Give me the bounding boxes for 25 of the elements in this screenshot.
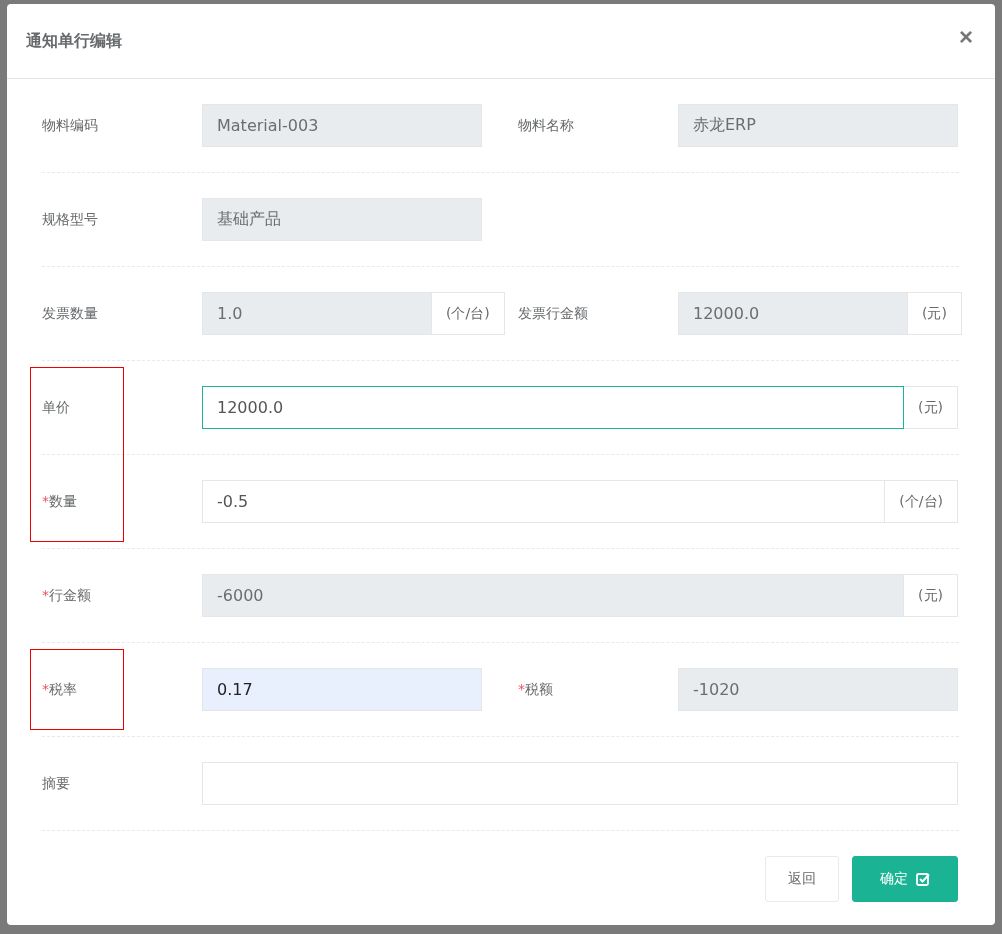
field-label: *数量 <box>42 492 77 511</box>
input-field[interactable]: 12000.0 <box>202 386 905 429</box>
field-label: 物料编码 <box>42 116 98 135</box>
input-field[interactable] <box>202 762 958 805</box>
close-button[interactable]: × <box>957 25 975 49</box>
unit-label: (个/台) <box>432 292 505 335</box>
field-label: 物料名称 <box>518 116 574 135</box>
confirm-button[interactable]: 确定 <box>852 856 958 902</box>
field-label: *税率 <box>42 680 77 699</box>
field-label: 发票数量 <box>42 304 98 323</box>
unit-label: (元) <box>908 292 962 335</box>
unit-label: (元) <box>904 386 958 429</box>
field-label: 发票行金额 <box>518 304 588 323</box>
dialog-title: 通知单行编辑 <box>26 30 122 52</box>
field-label: 单价 <box>42 398 70 417</box>
field-label: *行金额 <box>42 586 91 605</box>
field-label: 摘要 <box>42 774 70 793</box>
unit-label: (元) <box>904 574 958 617</box>
field-label: *税额 <box>518 680 553 699</box>
unit-label: (个/台) <box>885 480 958 523</box>
input-field[interactable]: -0.5 <box>202 480 886 523</box>
input-field[interactable]: 0.17 <box>202 668 482 711</box>
field-label: 规格型号 <box>42 210 98 229</box>
checkbox-icon <box>916 872 930 886</box>
back-button[interactable]: 返回 <box>765 856 839 902</box>
